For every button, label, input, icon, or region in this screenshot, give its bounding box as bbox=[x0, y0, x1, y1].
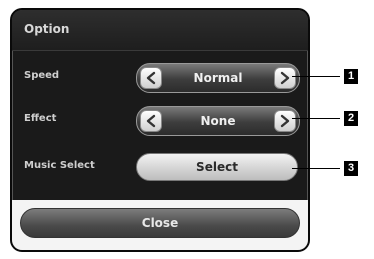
callout-number-2: 2 bbox=[344, 111, 358, 126]
chevron-left-icon bbox=[146, 71, 156, 85]
callout-line-1 bbox=[292, 76, 340, 77]
speed-prev-button[interactable] bbox=[140, 67, 162, 89]
manual-figure: Option Speed Normal Effect None Music Se… bbox=[0, 0, 374, 259]
effect-label: Effect bbox=[24, 113, 57, 124]
dialog-title: Option bbox=[24, 22, 70, 36]
effect-prev-button[interactable] bbox=[140, 110, 162, 132]
dialog-header: Option bbox=[12, 10, 308, 51]
dialog-footer: Close bbox=[12, 200, 308, 250]
chevron-right-icon bbox=[280, 114, 290, 128]
option-dialog: Option Speed Normal Effect None Music Se… bbox=[10, 8, 310, 252]
music-select-button[interactable]: Select bbox=[136, 153, 298, 181]
speed-selector[interactable]: Normal bbox=[136, 63, 300, 93]
callout-number-3: 3 bbox=[344, 161, 358, 176]
callout-number-1: 1 bbox=[344, 69, 358, 84]
speed-value: Normal bbox=[193, 71, 243, 85]
chevron-right-icon bbox=[280, 71, 290, 85]
callout-line-2 bbox=[292, 118, 340, 119]
music-select-label: Music Select bbox=[24, 160, 95, 171]
speed-label: Speed bbox=[24, 70, 60, 81]
effect-value: None bbox=[200, 114, 236, 128]
speed-next-button[interactable] bbox=[274, 67, 296, 89]
effect-next-button[interactable] bbox=[274, 110, 296, 132]
effect-selector[interactable]: None bbox=[136, 106, 300, 136]
chevron-left-icon bbox=[146, 114, 156, 128]
close-button[interactable]: Close bbox=[20, 208, 300, 238]
callout-line-3 bbox=[292, 168, 340, 169]
